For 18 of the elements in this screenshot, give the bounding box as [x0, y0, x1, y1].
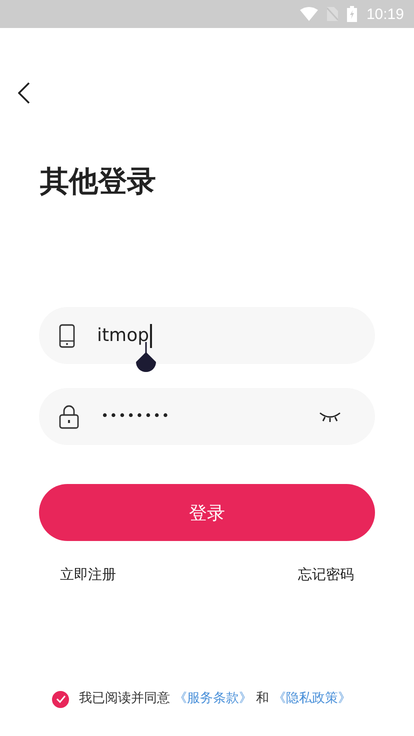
text-link[interactable]: 忘记密码 [298, 565, 354, 585]
password-field[interactable]: •••••••• [39, 388, 375, 445]
eye-closed-icon[interactable] [319, 410, 341, 422]
battery-charging-icon [347, 6, 358, 22]
password-value: •••••••• [101, 409, 170, 424]
phone-field[interactable]: itmop [39, 307, 375, 364]
agreement-checkbox[interactable] [52, 690, 69, 708]
no-sim-icon [327, 7, 338, 21]
text-link[interactable]: 立即注册 [60, 565, 116, 585]
wifi-icon [300, 7, 318, 21]
conjunction-text: 和 [256, 690, 269, 708]
phone-value: itmop [97, 324, 152, 348]
login-button[interactable]: 登录 [39, 484, 375, 541]
page-title: 其他登录 [40, 163, 157, 200]
lock-icon [59, 404, 79, 428]
phone-icon [59, 324, 75, 348]
checkmark-icon [56, 695, 66, 703]
agreement-text: 我已阅读并同意 [79, 690, 170, 708]
